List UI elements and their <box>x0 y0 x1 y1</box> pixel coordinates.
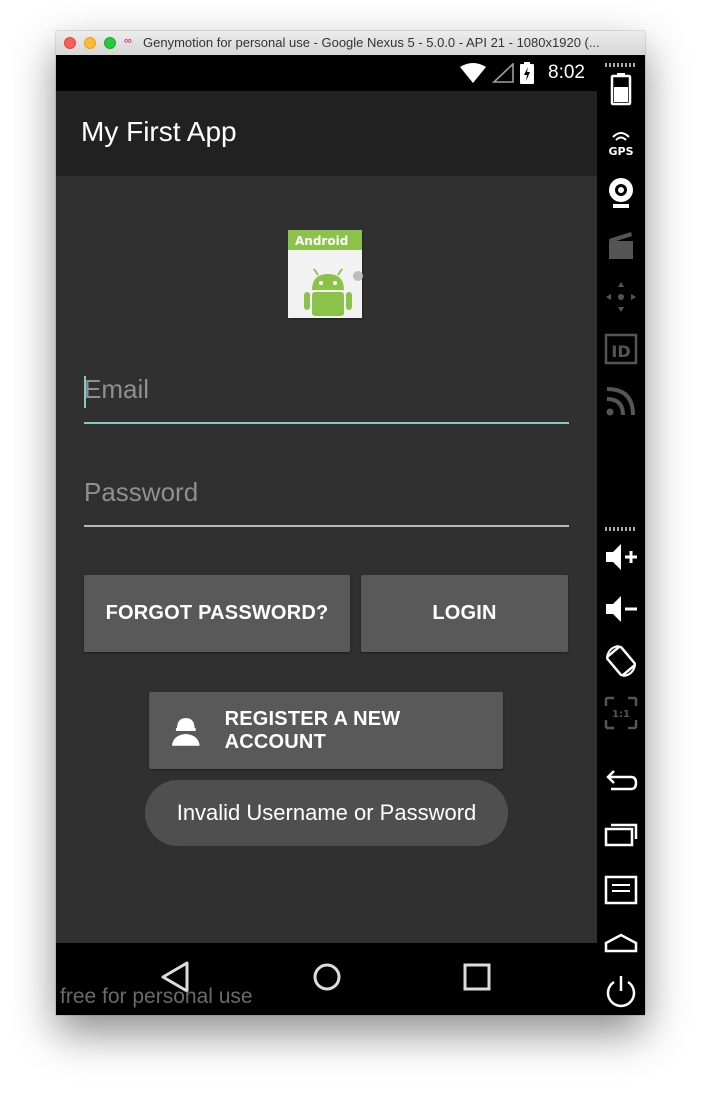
status-bar: 8:02 <box>56 55 597 91</box>
identifiers-tool-icon: ID <box>604 333 638 365</box>
window-titlebar: ∞ Genymotion for personal use - Google N… <box>56 31 645 56</box>
email-placeholder: Email <box>84 374 150 404</box>
remote-control-tool-icon <box>606 282 636 312</box>
pixel-perfect-icon: 1:1 <box>604 696 638 730</box>
back-tool-icon[interactable] <box>603 765 639 801</box>
genymotion-toolbar: GPS ID 1:1 <box>597 55 645 1015</box>
screencast-tool-icon <box>609 232 633 259</box>
toolbar-grip-top[interactable] <box>605 63 637 67</box>
forgot-password-button[interactable]: FORGOT PASSWORD? <box>84 575 350 652</box>
toolbar-grip-bottom[interactable] <box>605 527 637 531</box>
window-title: Genymotion for personal use - Google Nex… <box>143 35 600 50</box>
login-button[interactable]: LOGIN <box>361 575 568 652</box>
home-nav-icon[interactable] <box>309 959 345 995</box>
email-underline <box>84 422 569 424</box>
register-label: REGISTER A NEW ACCOUNT <box>224 707 401 753</box>
network-tool-icon <box>606 387 635 416</box>
password-field[interactable]: Password <box>84 469 569 527</box>
genymotion-window: ∞ Genymotion for personal use - Google N… <box>56 31 645 1015</box>
password-underline <box>84 525 569 527</box>
maximize-window-button[interactable] <box>104 37 116 49</box>
email-field[interactable]: Email <box>84 366 569 424</box>
rotate-screen-icon[interactable] <box>603 643 639 679</box>
text-cursor <box>84 376 86 408</box>
volume-up-icon[interactable] <box>603 539 639 575</box>
wifi-icon <box>460 63 487 83</box>
recent-apps-nav-icon[interactable] <box>459 959 495 995</box>
power-tool-icon[interactable] <box>603 973 639 1009</box>
login-content: Android Email Password FORGOT PASSWORD? … <box>56 176 597 943</box>
toast-message: Invalid Username or Password <box>176 800 477 825</box>
register-account-button[interactable]: REGISTER A NEW ACCOUNT <box>149 692 503 769</box>
menu-tool-icon[interactable] <box>603 869 639 905</box>
genymotion-logo-icon: ∞ <box>124 35 132 47</box>
cell-signal-icon <box>492 63 514 83</box>
password-placeholder: Password <box>84 477 199 507</box>
app-icon-label: Android <box>295 234 348 248</box>
android-app-icon: Android <box>288 230 364 320</box>
volume-down-icon[interactable] <box>603 591 639 627</box>
app-bar: My First App <box>56 91 597 176</box>
personal-use-watermark: free for personal use <box>60 985 253 1008</box>
battery-charging-icon <box>520 62 535 84</box>
identifiers-tool-label: ID <box>611 342 630 361</box>
recent-apps-tool-icon[interactable] <box>603 817 639 853</box>
forgot-password-label: FORGOT PASSWORD? <box>105 602 329 624</box>
phone-screen: 8:02 My First App Android Email Password… <box>56 55 597 1015</box>
status-time: 8:02 <box>548 62 585 83</box>
close-window-button[interactable] <box>64 37 76 49</box>
gps-tool-label: GPS <box>608 145 633 158</box>
battery-tool-icon[interactable] <box>603 71 639 107</box>
app-title: My First App <box>81 116 237 147</box>
minimize-window-button[interactable] <box>84 37 96 49</box>
gps-tool-icon[interactable]: GPS <box>603 123 639 159</box>
home-tool-icon[interactable] <box>603 921 639 957</box>
error-toast: Invalid Username or Password <box>145 780 508 846</box>
webcam-tool-icon[interactable] <box>603 175 639 211</box>
pixel-perfect-label: 1:1 <box>612 709 630 720</box>
person-add-icon <box>171 717 200 746</box>
login-label: LOGIN <box>432 602 497 624</box>
